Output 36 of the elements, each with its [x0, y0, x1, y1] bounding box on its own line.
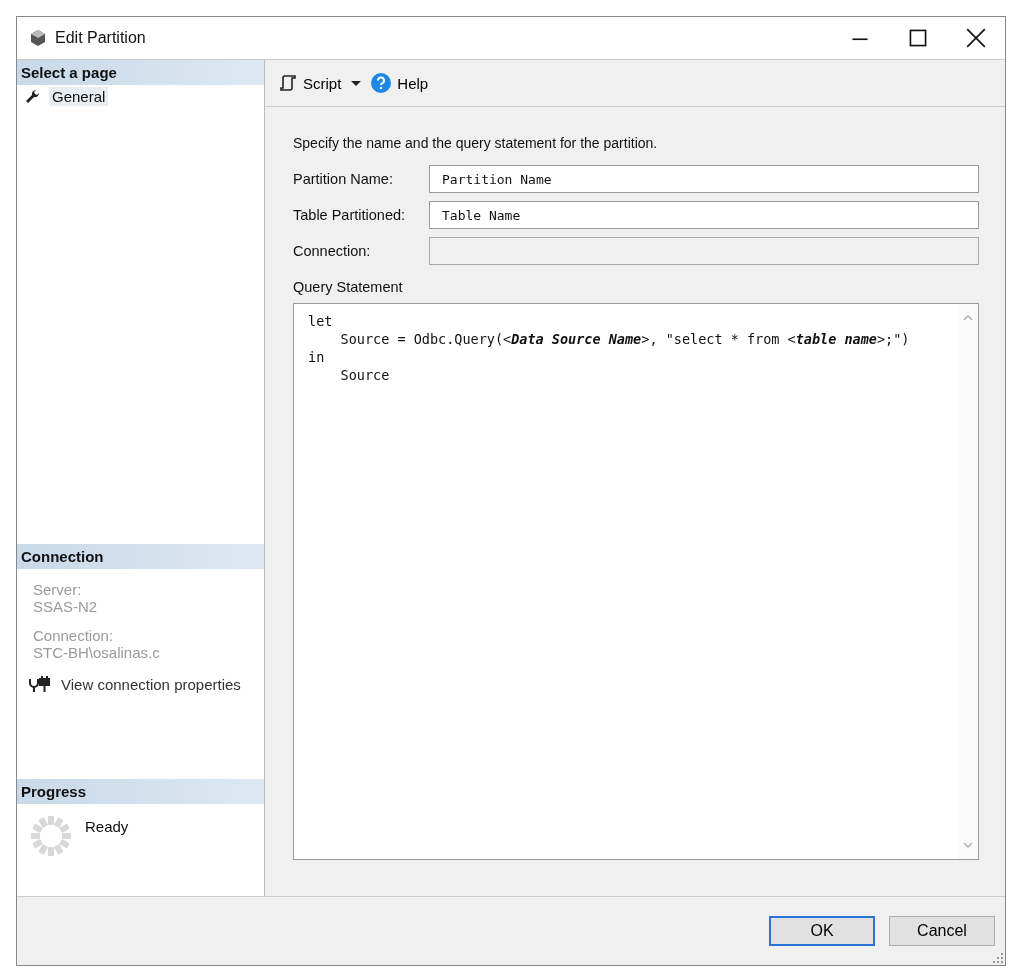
- wrench-icon: [25, 88, 41, 105]
- help-icon: [371, 73, 392, 93]
- section-header: Progress: [17, 779, 264, 804]
- query-editor[interactable]: let Source = Odbc.Query(<Data Source Name>, "select * from <table name>;") in Source: [293, 303, 979, 860]
- window-title: Edit Partition: [55, 29, 146, 47]
- scroll-up-icon[interactable]: [962, 314, 974, 322]
- scroll-down-icon[interactable]: [962, 841, 974, 849]
- code-line: in: [308, 348, 326, 366]
- plug-icon: [29, 675, 51, 693]
- help-button[interactable]: Help: [369, 71, 431, 95]
- server-name: SSAS-N2: [33, 598, 99, 615]
- cube-icon: [29, 29, 47, 47]
- spinner-icon: [29, 814, 73, 858]
- field-label: Partition Name:: [293, 171, 394, 187]
- query-label: Query Statement: [293, 279, 404, 295]
- section-header: Connection: [17, 544, 264, 569]
- script-button[interactable]: Script: [277, 72, 344, 94]
- connection-user: STC-BH\osalinas.c: [33, 644, 161, 661]
- server-label: Server:: [33, 581, 83, 598]
- progress-status: Ready: [85, 818, 129, 835]
- section-header: Select a page: [17, 60, 264, 85]
- code-line: let: [308, 312, 334, 330]
- ok-button[interactable]: OK: [769, 916, 875, 946]
- resize-grip-icon[interactable]: [993, 953, 1003, 963]
- view-connection-link[interactable]: View connection properties: [61, 675, 241, 693]
- field-label: Table Partitioned:: [293, 207, 407, 223]
- input-field[interactable]: Table Name: [429, 201, 979, 229]
- connection-label: Connection:: [33, 627, 115, 644]
- code-line: Source: [339, 366, 391, 384]
- field-label: Connection:: [293, 243, 372, 259]
- input-field[interactable]: Partition Name: [429, 165, 979, 193]
- description-text: Specify the name and the query statement for the partition.: [293, 135, 659, 151]
- script-icon: [279, 74, 297, 92]
- page-item[interactable]: General: [49, 87, 109, 106]
- code-line: Source = Odbc.Query(<Data Source Name>, "select * from <table name>;"): [339, 330, 911, 348]
- cancel-button[interactable]: Cancel: [889, 916, 995, 946]
